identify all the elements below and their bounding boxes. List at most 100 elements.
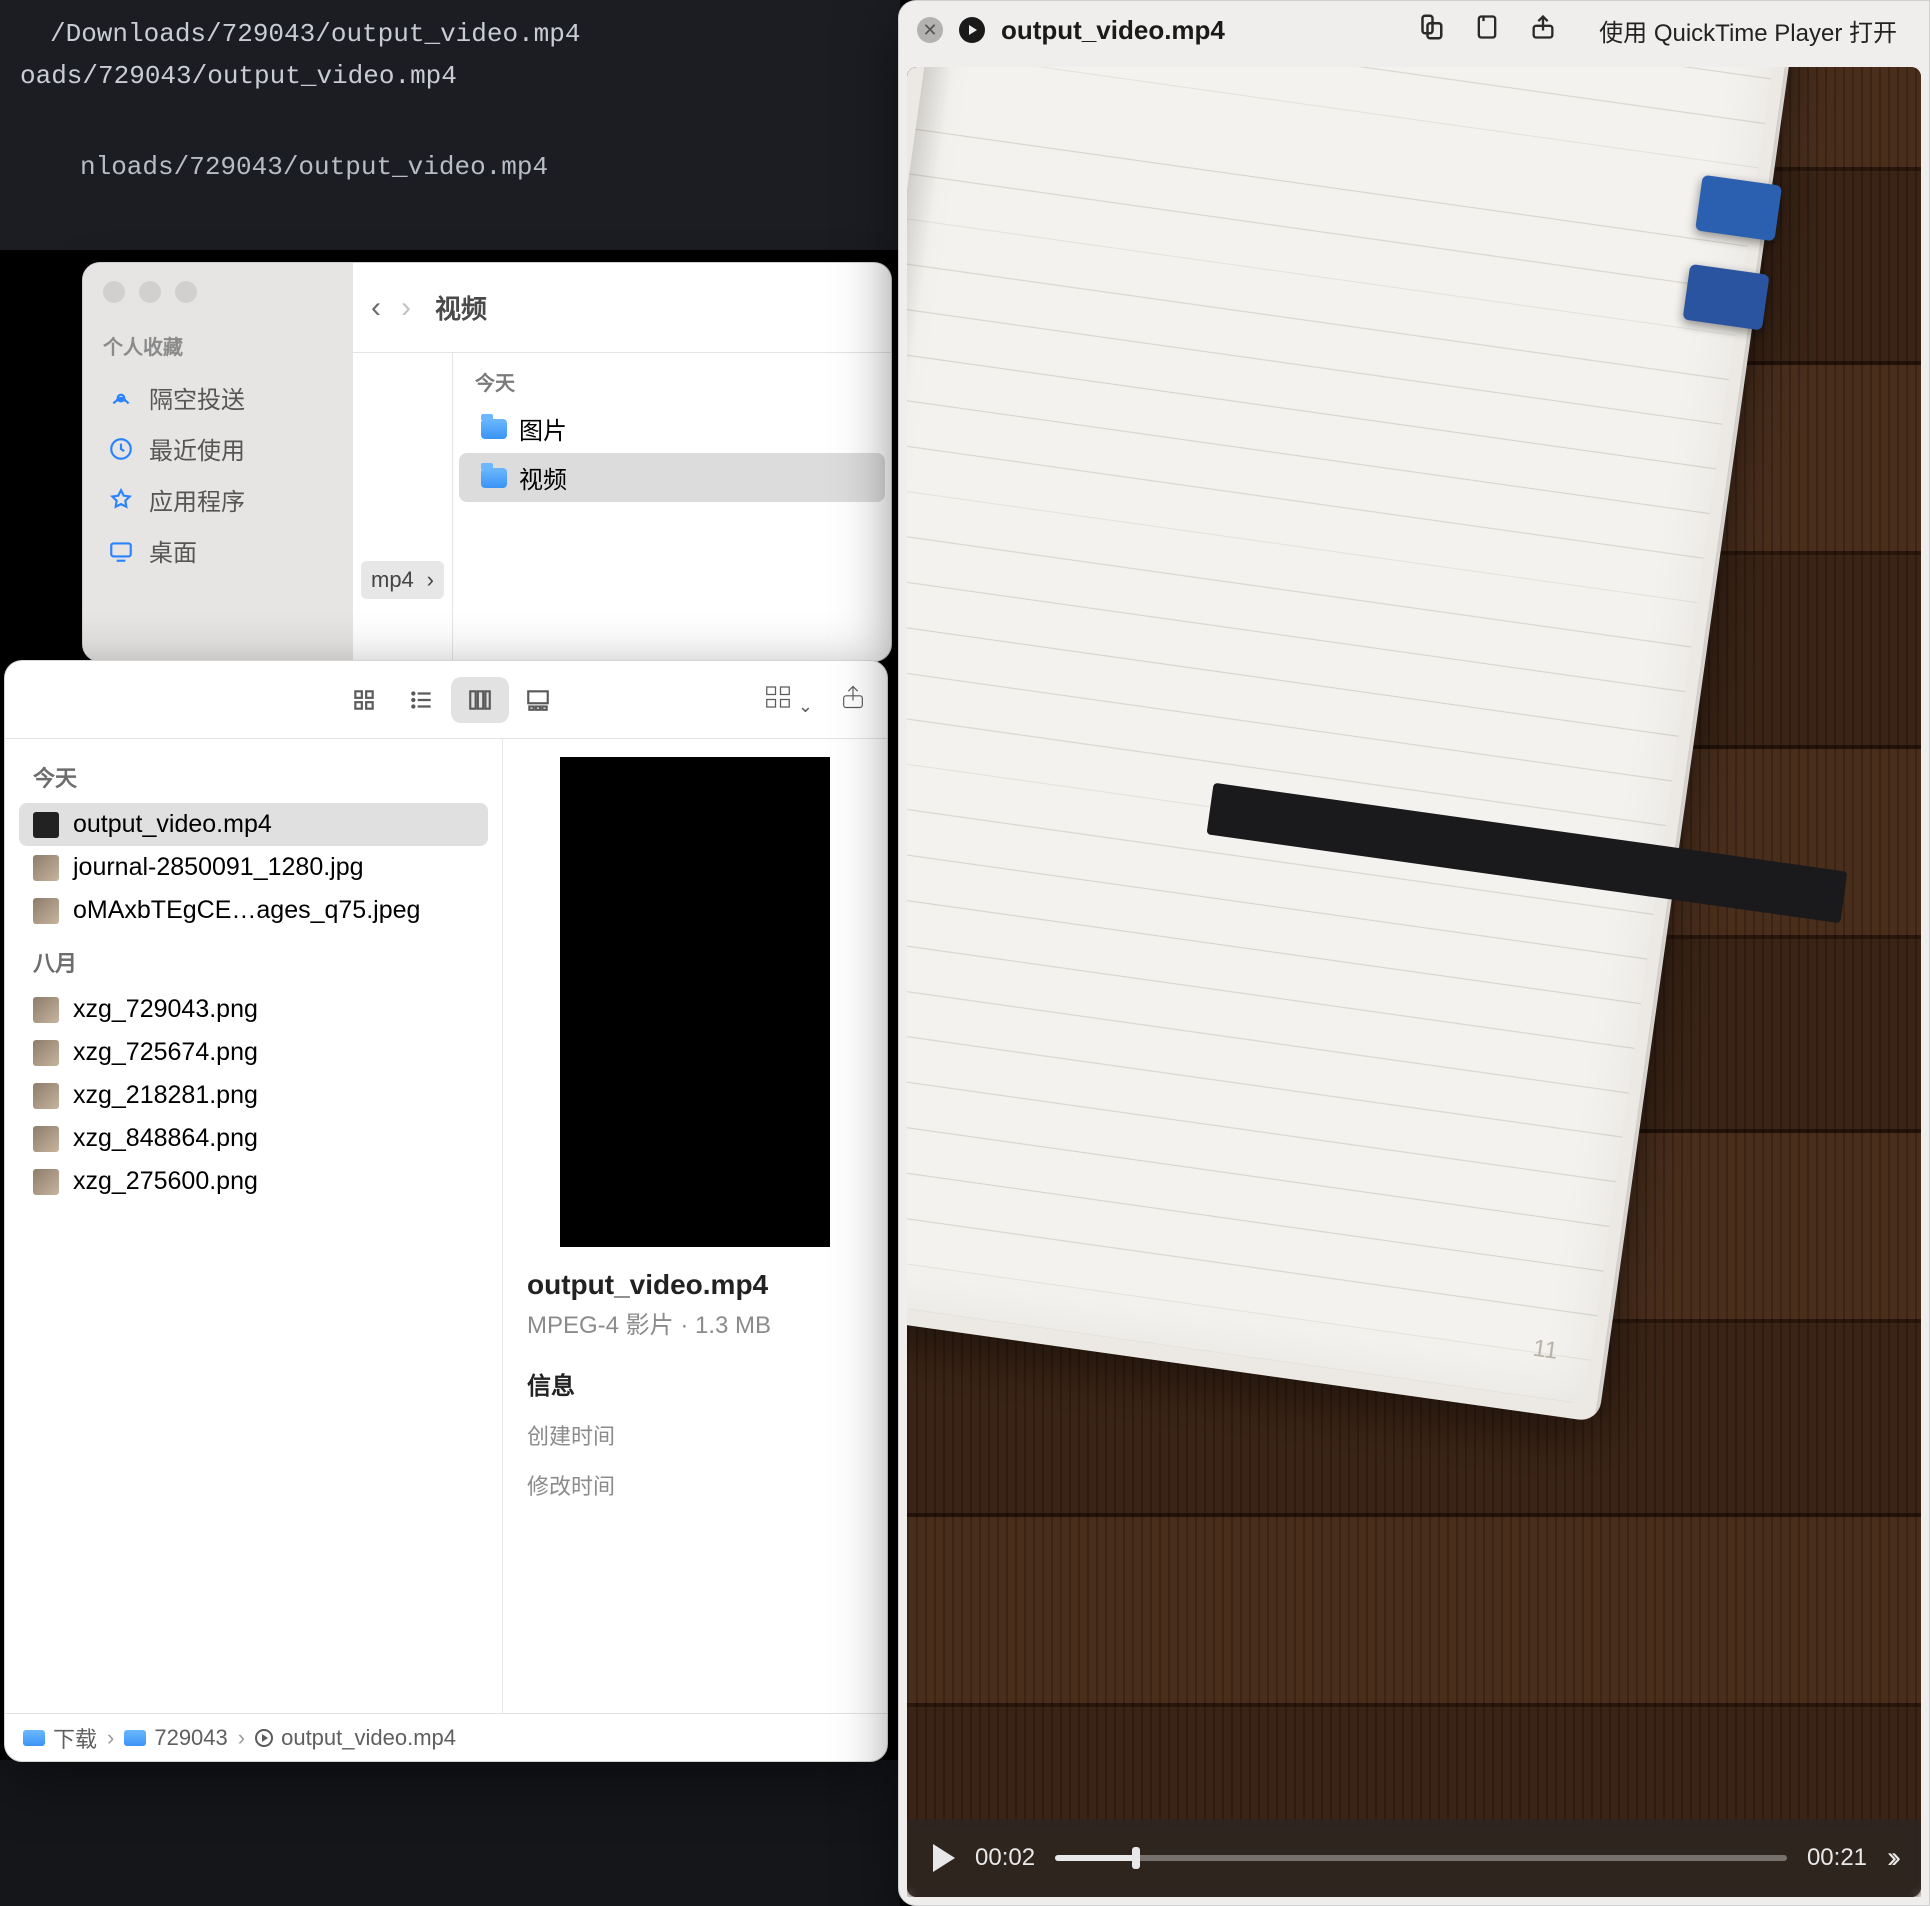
- chevron-right-icon: ›: [107, 1725, 114, 1751]
- video-controls: 00:02 00:21 ››: [907, 1819, 1921, 1897]
- file-row[interactable]: oMAxbTEgCE…ages_q75.jpeg: [19, 889, 488, 932]
- chevron-right-icon: ›: [238, 1725, 245, 1751]
- quicklook-window[interactable]: ✕ output_video.mp4 使用 QuickTime Player 打…: [898, 0, 1930, 1906]
- folder-row-pictures[interactable]: 图片: [459, 404, 885, 453]
- time-current: 00:02: [975, 1844, 1035, 1872]
- finder-path-bar[interactable]: 下载 › 729043 › output_video.mp4: [5, 1713, 887, 1761]
- preview-thumbnail[interactable]: [560, 757, 830, 1247]
- nav-arrows: ‹ ›: [371, 291, 411, 325]
- path-segment[interactable]: 下载: [23, 1722, 97, 1754]
- sidebar-item-airdrop[interactable]: 隔空投送: [103, 372, 333, 423]
- seek-track[interactable]: [1055, 1855, 1787, 1861]
- applications-icon: [107, 486, 135, 514]
- file-row[interactable]: output_video.mp4: [19, 803, 488, 846]
- time-total: 00:21: [1807, 1844, 1867, 1872]
- quicklook-video-body[interactable]: 11 00:02 00:21 ››: [907, 67, 1921, 1897]
- group-header: 今天: [453, 359, 891, 404]
- share-icon[interactable]: [839, 683, 867, 716]
- sidebar-item-recents[interactable]: 最近使用: [103, 423, 333, 474]
- seek-knob[interactable]: [1132, 1847, 1140, 1869]
- finder-window-foreground[interactable]: ⌄ 今天 output_video.mp4 journal-2850091_1280…: [4, 660, 888, 1762]
- notebook-tab: [1683, 264, 1770, 331]
- image-file-icon: [33, 898, 59, 924]
- folder-row-videos[interactable]: 视频: [459, 453, 885, 502]
- image-file-icon: [33, 1040, 59, 1066]
- image-file-icon: [33, 997, 59, 1023]
- file-name: xzg_729043.png: [73, 995, 258, 1024]
- file-row[interactable]: xzg_275600.png: [19, 1160, 488, 1203]
- traffic-minimize[interactable]: [139, 281, 161, 303]
- markup-icon[interactable]: [1473, 13, 1501, 48]
- view-mode-segment: [335, 677, 567, 723]
- chevron-right-icon: ›: [427, 567, 434, 593]
- column-right[interactable]: 今天 图片 视频: [453, 353, 891, 661]
- quicklook-titlebar: ✕ output_video.mp4 使用 QuickTime Player 打…: [899, 1, 1929, 59]
- file-row[interactable]: journal-2850091_1280.jpg: [19, 846, 488, 889]
- sidebar-item-label: 应用程序: [149, 482, 245, 517]
- finder-sidebar: 个人收藏 隔空投送 最近使用 应用程序 桌面: [83, 263, 353, 661]
- folder-icon: [481, 419, 507, 439]
- folder-label: 图片: [519, 411, 567, 446]
- preview-info-header: 信息: [527, 1366, 863, 1401]
- group-header: 今天: [5, 747, 502, 803]
- window-title: 视频: [435, 289, 487, 326]
- column-item-truncated[interactable]: mp4 ›: [361, 561, 444, 599]
- sidebar-item-applications[interactable]: 应用程序: [103, 474, 333, 525]
- sidebar-item-desktop[interactable]: 桌面: [103, 525, 333, 576]
- view-icon-grid[interactable]: [335, 677, 393, 723]
- close-icon[interactable]: ✕: [917, 17, 943, 43]
- path-segment[interactable]: output_video.mp4: [255, 1725, 456, 1751]
- column-left[interactable]: mp4 ›: [353, 353, 453, 661]
- folder-label: 视频: [519, 460, 567, 495]
- window-traffic-lights[interactable]: [103, 281, 333, 303]
- file-row[interactable]: xzg_729043.png: [19, 988, 488, 1031]
- nav-back-icon[interactable]: ‹: [371, 291, 381, 325]
- file-name: oMAxbTEgCE…ages_q75.jpeg: [73, 896, 420, 925]
- file-row[interactable]: xzg_848864.png: [19, 1117, 488, 1160]
- open-with-button[interactable]: 使用 QuickTime Player 打开: [1585, 7, 1911, 54]
- finder-preview-pane: output_video.mp4 MPEG-4 影片 · 1.3 MB 信息 创…: [503, 739, 887, 1713]
- view-icon-columns[interactable]: [451, 677, 509, 723]
- finder-column-files[interactable]: 今天 output_video.mp4 journal-2850091_1280.j…: [5, 739, 503, 1713]
- rotate-icon[interactable]: [1415, 12, 1445, 49]
- movie-file-icon: [255, 1729, 273, 1747]
- group-by-icon[interactable]: ⌄: [763, 682, 813, 717]
- path-label: 729043: [154, 1725, 227, 1751]
- file-row[interactable]: xzg_725674.png: [19, 1031, 488, 1074]
- nav-forward-icon[interactable]: ›: [401, 291, 411, 325]
- file-row[interactable]: xzg_218281.png: [19, 1074, 488, 1117]
- finder-toolbar: ⌄: [5, 661, 887, 739]
- share-icon[interactable]: [1529, 13, 1557, 48]
- terminal-line: /Downloads/729043/output_video.mp4: [50, 14, 880, 56]
- finder-window-background[interactable]: 个人收藏 隔空投送 最近使用 应用程序 桌面: [82, 262, 892, 662]
- file-name: output_video.mp4: [73, 810, 272, 839]
- file-name: xzg_848864.png: [73, 1124, 258, 1153]
- movie-file-icon: [33, 812, 59, 838]
- image-file-icon: [33, 1083, 59, 1109]
- terminal-empty-area: [0, 1760, 900, 1906]
- image-file-icon: [33, 1126, 59, 1152]
- path-segment[interactable]: 729043: [124, 1725, 227, 1751]
- notebook-page-number: 11: [1531, 1335, 1560, 1366]
- fast-forward-icon[interactable]: ››: [1887, 1841, 1895, 1875]
- terminal-line: nloads/729043/output_video.mp4: [80, 147, 880, 189]
- sidebar-section-header: 个人收藏: [103, 331, 333, 360]
- preview-info-row: 创建时间: [527, 1419, 863, 1451]
- finder-main-pane: ‹ › 视频 mp4 › 今天 图片 视频: [353, 263, 891, 661]
- traffic-close[interactable]: [103, 281, 125, 303]
- quicklook-title: output_video.mp4: [1001, 15, 1225, 46]
- traffic-zoom[interactable]: [175, 281, 197, 303]
- movie-file-icon: [959, 17, 985, 43]
- view-icon-gallery[interactable]: [509, 677, 567, 723]
- finder-toolbar: ‹ › 视频: [353, 263, 891, 353]
- sidebar-item-label: 桌面: [149, 533, 197, 568]
- terminal-window: /Downloads/729043/output_video.mp4 oads/…: [0, 0, 900, 250]
- desktop-icon: [107, 537, 135, 565]
- path-label: 下载: [53, 1722, 97, 1754]
- column-item-label: mp4: [371, 567, 414, 593]
- play-icon[interactable]: [933, 1844, 955, 1872]
- path-label: output_video.mp4: [281, 1725, 456, 1751]
- view-icon-list[interactable]: [393, 677, 451, 723]
- seek-progress: [1055, 1855, 1136, 1861]
- folder-icon: [23, 1730, 45, 1746]
